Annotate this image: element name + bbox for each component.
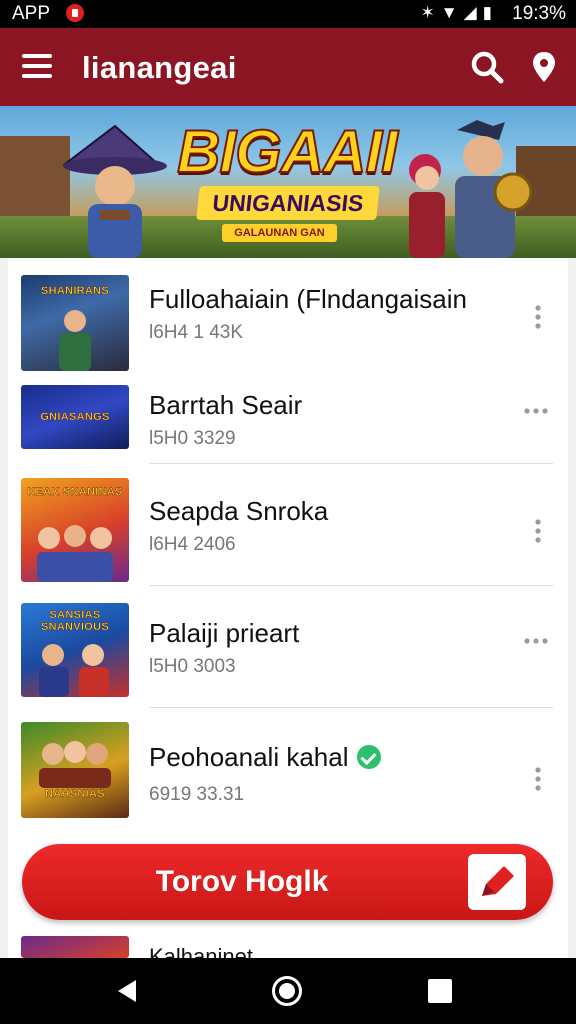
more-vert-icon[interactable] xyxy=(523,302,553,332)
game-thumbnail: SHANIRANS xyxy=(21,275,129,371)
item-title: Palaiji prieart xyxy=(149,618,300,648)
list-item-partial[interactable]: Kalhaninet xyxy=(8,936,568,958)
list-item[interactable]: SANSIAS SNANVIOUS Palaiji prieart l5H0 3… xyxy=(8,586,568,708)
primary-action-button[interactable]: Torov Hoglk xyxy=(22,844,553,920)
list-item[interactable]: GNIASANGS Barrtah Seair l5H0 3329 xyxy=(8,368,568,464)
search-icon[interactable] xyxy=(470,50,504,84)
thumbnail-text: SHANIRANS xyxy=(40,285,110,297)
edit-pencil-icon xyxy=(468,854,526,910)
primary-action-label: Torov Hoglk xyxy=(155,865,329,898)
item-meta: l6H4 1 43K xyxy=(149,322,244,343)
back-icon[interactable] xyxy=(114,978,140,1004)
more-vert-icon[interactable] xyxy=(523,516,553,546)
item-title: Fulloahaiain (Flndangaisain xyxy=(149,284,467,314)
wifi-icon: ▼ xyxy=(440,3,464,22)
item-meta: l5H0 3329 xyxy=(149,428,236,449)
system-nav-bar xyxy=(0,958,576,1024)
status-icons: ✶▼◢▮ xyxy=(420,3,498,23)
thumbnail-text: KEAK SNANINAS xyxy=(27,486,123,498)
game-thumbnail: KEAK SNANINAS xyxy=(21,478,129,582)
game-thumbnail: NAHSNIAS xyxy=(21,722,129,818)
thumbnail-text: GNIASANGS xyxy=(40,411,110,423)
game-thumbnail: GNIASANGS xyxy=(21,385,129,449)
thumbnail-text: NAHSNIAS xyxy=(45,788,105,800)
list-item[interactable]: NAHSNIAS Peohoanali kahal 6919 33.31 xyxy=(8,708,568,838)
banner-title: BIGAAII xyxy=(176,118,399,185)
list-item[interactable]: SHANIRANS Fulloahaiain (Flndangaisain l6… xyxy=(8,258,568,371)
more-vert-icon[interactable] xyxy=(523,764,553,794)
pin-icon[interactable] xyxy=(530,50,558,84)
status-app-label: APP xyxy=(12,3,51,24)
more-horiz-icon[interactable] xyxy=(521,396,551,426)
vibrate-icon: ✶ xyxy=(420,3,441,22)
item-title: Kalhaninet xyxy=(149,944,253,958)
banner-tagline: GALAUNAN GAN xyxy=(222,224,337,242)
app-bar: lianangeai xyxy=(0,28,576,106)
battery-icon: ▮ xyxy=(482,3,498,22)
home-icon[interactable] xyxy=(272,976,302,1006)
banner-warrior-characters xyxy=(409,120,533,258)
item-title: Peohoanali kahal xyxy=(149,742,381,773)
item-meta: 6919 33.31 xyxy=(149,784,245,805)
game-thumbnail: SANSIAS SNANVIOUS xyxy=(21,603,129,697)
item-title: Barrtah Seair xyxy=(149,390,303,420)
status-bar: APP ✶▼◢▮ 19:3% xyxy=(0,0,576,28)
item-title: Seapda Snroka xyxy=(149,496,329,526)
item-meta: l5H0 3003 xyxy=(149,656,236,677)
status-time: 19:3% xyxy=(512,3,566,24)
app-title: lianangeai xyxy=(82,50,237,85)
game-thumbnail xyxy=(21,936,129,958)
thumbnail-text: SANSIAS SNANVIOUS xyxy=(40,609,110,633)
recents-icon[interactable] xyxy=(428,979,452,1003)
signal-icon: ◢ xyxy=(463,3,483,22)
promo-banner[interactable]: BIGAAII UNIGANIASIS GALAUNAN GAN xyxy=(0,106,576,258)
item-meta: l6H4 2406 xyxy=(149,534,236,555)
banner-wizard-character xyxy=(62,124,167,258)
item-title-text: Peohoanali kahal xyxy=(149,742,349,772)
banner-subtitle: UNIGANIASIS xyxy=(196,186,380,220)
verified-icon xyxy=(356,745,381,769)
more-horiz-icon[interactable] xyxy=(521,626,551,656)
menu-icon[interactable] xyxy=(22,54,52,78)
record-icon xyxy=(66,4,84,22)
list-item[interactable]: KEAK SNANINAS Seapda Snroka l6H4 2406 xyxy=(8,464,568,586)
